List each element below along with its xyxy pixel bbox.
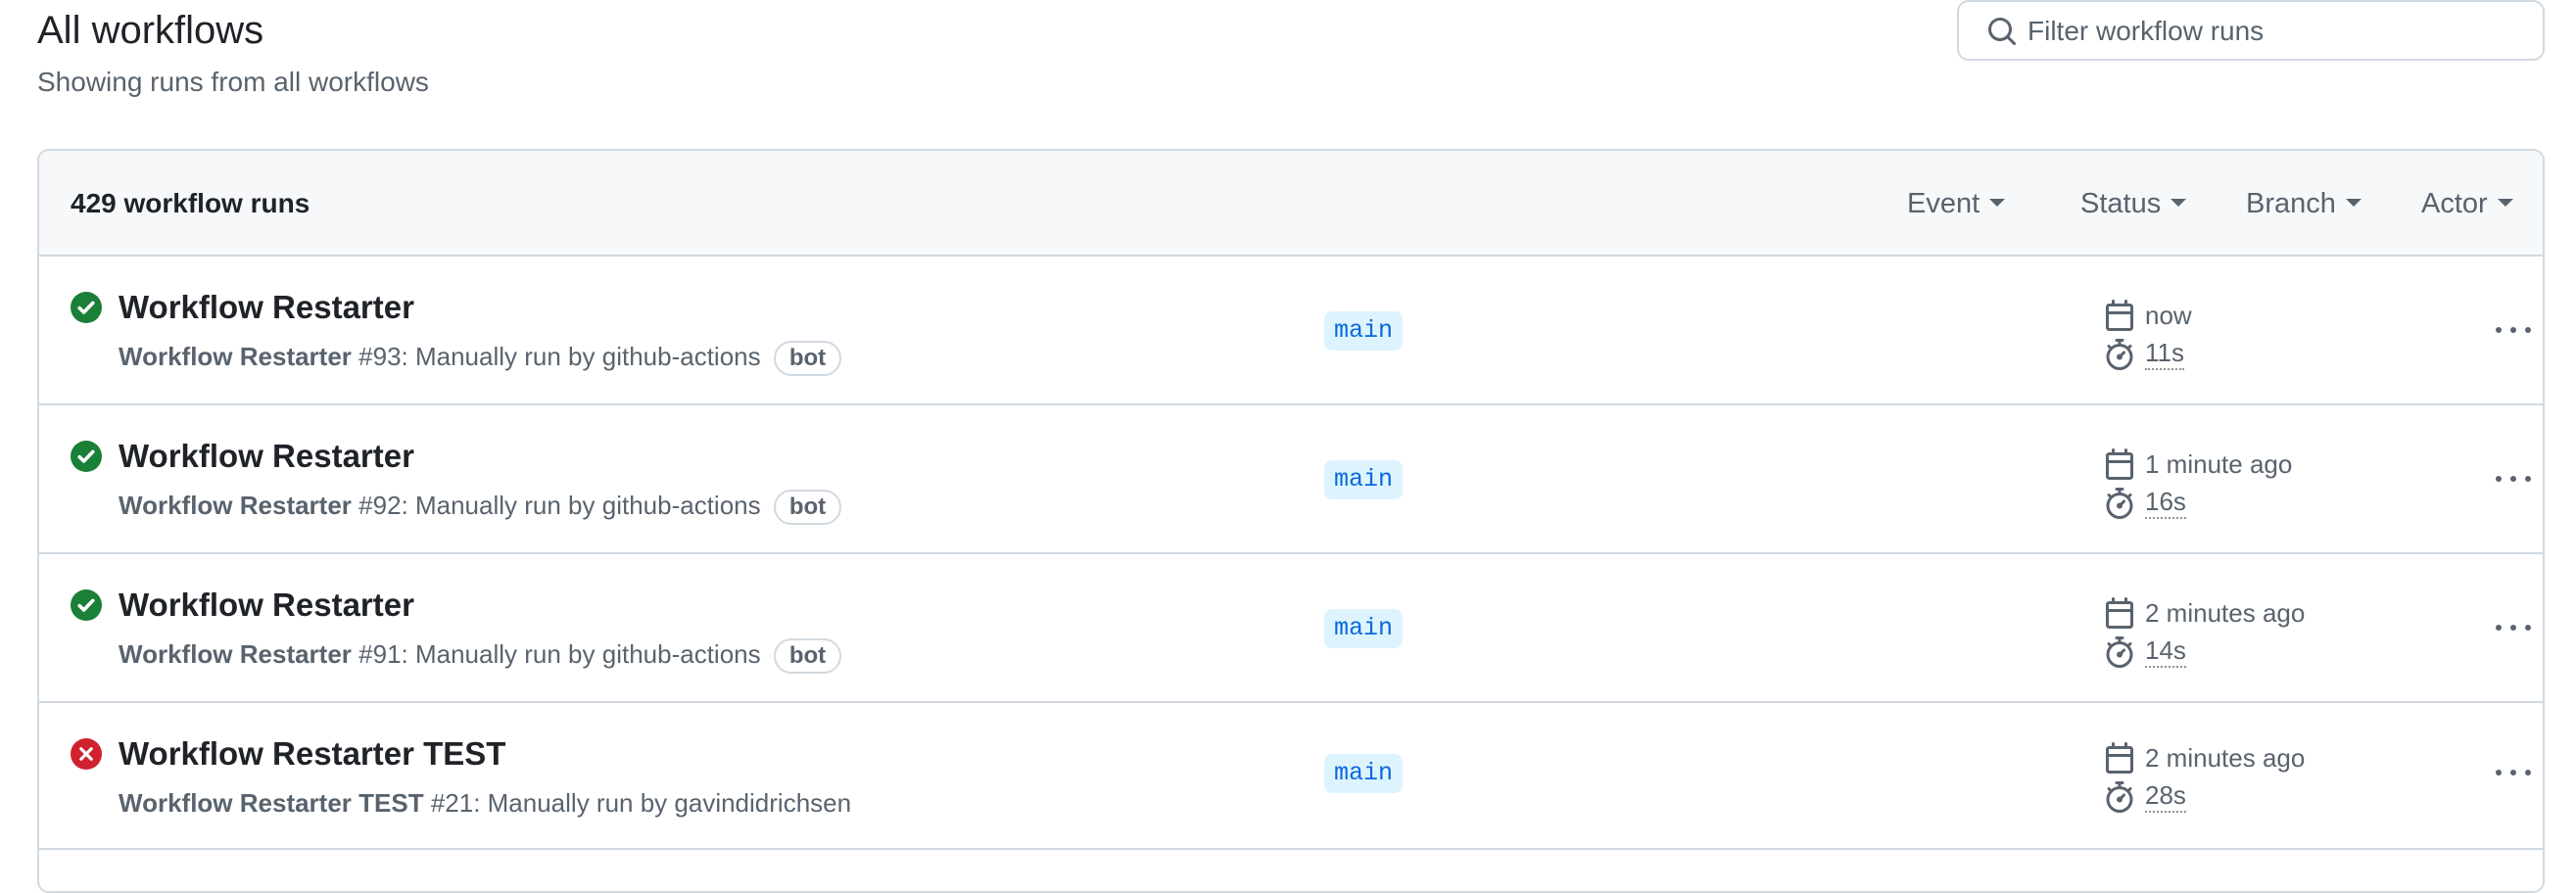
calendar-icon bbox=[2106, 597, 2133, 629]
calendar-icon bbox=[2106, 300, 2133, 331]
run-started-text: 1 minute ago bbox=[2145, 449, 2293, 479]
workflow-name: Workflow Restarter bbox=[119, 491, 352, 520]
run-options-kebab-icon[interactable] bbox=[2494, 315, 2533, 345]
run-started-text: 2 minutes ago bbox=[2145, 598, 2306, 628]
actor-filter-label: Actor bbox=[2421, 188, 2488, 219]
workflow-run-row[interactable]: Workflow Restarter Workflow Restarter #9… bbox=[39, 257, 2543, 405]
filter-workflow-runs[interactable] bbox=[1957, 0, 2545, 61]
calendar-icon bbox=[2106, 448, 2133, 480]
branch-link[interactable]: main bbox=[1324, 311, 1404, 351]
page-header: All workflows Showing runs from all work… bbox=[37, 0, 2545, 108]
branch-link[interactable]: main bbox=[1324, 609, 1404, 648]
run-title-link[interactable]: Workflow Restarter bbox=[119, 586, 414, 625]
page-title: All workflows bbox=[37, 9, 264, 52]
run-options-kebab-icon[interactable] bbox=[2494, 613, 2533, 642]
x-circle-icon bbox=[71, 738, 102, 770]
runs-count: 429 workflow runs bbox=[71, 188, 310, 218]
run-meta: Workflow Restarter #91: Manually run by … bbox=[119, 636, 842, 675]
run-detail: #93: Manually run by github-actions bbox=[351, 342, 761, 371]
run-title-link[interactable]: Workflow Restarter bbox=[119, 437, 414, 476]
run-started-text: 2 minutes ago bbox=[2145, 743, 2306, 773]
workflow-runs-list: 429 workflow runs Event Status Branch Ac… bbox=[37, 149, 2545, 893]
bot-badge: bot bbox=[773, 638, 842, 675]
workflow-name: Workflow Restarter TEST bbox=[119, 788, 424, 818]
caret-down-icon bbox=[2497, 199, 2513, 208]
workflow-run-row[interactable]: Workflow Restarter TEST Workflow Restart… bbox=[39, 703, 2543, 850]
bot-badge: bot bbox=[773, 341, 842, 377]
stopwatch-icon bbox=[2106, 781, 2133, 813]
check-circle-icon bbox=[71, 441, 102, 472]
event-filter-menu[interactable]: Event bbox=[1907, 182, 2006, 225]
workflow-run-row[interactable]: Workflow Restarter Workflow Restarter #9… bbox=[39, 405, 2543, 554]
stopwatch-icon bbox=[2106, 488, 2133, 519]
search-icon bbox=[1988, 18, 2017, 46]
run-detail: #21: Manually run by gavindidrichsen bbox=[423, 788, 852, 818]
run-meta: Workflow Restarter #93: Manually run by … bbox=[119, 339, 842, 377]
status-filter-menu[interactable]: Status bbox=[2080, 182, 2187, 225]
caret-down-icon bbox=[1989, 199, 2006, 208]
run-meta: Workflow Restarter TEST #21: Manually ru… bbox=[119, 785, 851, 821]
run-meta: Workflow Restarter #92: Manually run by … bbox=[119, 488, 842, 526]
caret-down-icon bbox=[2345, 199, 2361, 208]
caret-down-icon bbox=[2171, 199, 2187, 208]
workflow-name: Workflow Restarter bbox=[119, 639, 352, 669]
stopwatch-icon bbox=[2106, 636, 2133, 668]
run-detail: #91: Manually run by github-actions bbox=[351, 639, 761, 669]
runs-list-header: 429 workflow runs Event Status Branch Ac… bbox=[39, 151, 2543, 257]
run-duration-text: 14s bbox=[2145, 634, 2186, 668]
branch-filter-label: Branch bbox=[2246, 188, 2336, 219]
branch-link[interactable]: main bbox=[1324, 754, 1404, 793]
actor-filter-menu[interactable]: Actor bbox=[2421, 182, 2513, 225]
run-duration-text: 16s bbox=[2145, 486, 2186, 519]
run-options-kebab-icon[interactable] bbox=[2494, 464, 2533, 494]
run-duration-text: 11s bbox=[2145, 337, 2184, 370]
filter-input[interactable] bbox=[2020, 10, 2529, 53]
run-started-text: now bbox=[2145, 301, 2192, 330]
page-subtitle: Showing runs from all workflows bbox=[37, 67, 429, 97]
branch-link[interactable]: main bbox=[1324, 460, 1404, 499]
run-options-kebab-icon[interactable] bbox=[2494, 758, 2533, 787]
run-duration-text: 28s bbox=[2145, 779, 2186, 813]
check-circle-icon bbox=[71, 292, 102, 323]
calendar-icon bbox=[2106, 742, 2133, 774]
check-circle-icon bbox=[71, 589, 102, 621]
run-title-link[interactable]: Workflow Restarter TEST bbox=[119, 734, 505, 774]
branch-filter-menu[interactable]: Branch bbox=[2246, 182, 2361, 225]
event-filter-label: Event bbox=[1907, 188, 1980, 219]
run-detail: #92: Manually run by github-actions bbox=[351, 491, 761, 520]
bot-badge: bot bbox=[773, 490, 842, 526]
run-title-link[interactable]: Workflow Restarter bbox=[119, 288, 414, 327]
status-filter-label: Status bbox=[2080, 188, 2162, 219]
workflow-run-row[interactable]: Workflow Restarter Workflow Restarter #9… bbox=[39, 554, 2543, 703]
workflow-name: Workflow Restarter bbox=[119, 342, 352, 371]
stopwatch-icon bbox=[2106, 339, 2133, 370]
